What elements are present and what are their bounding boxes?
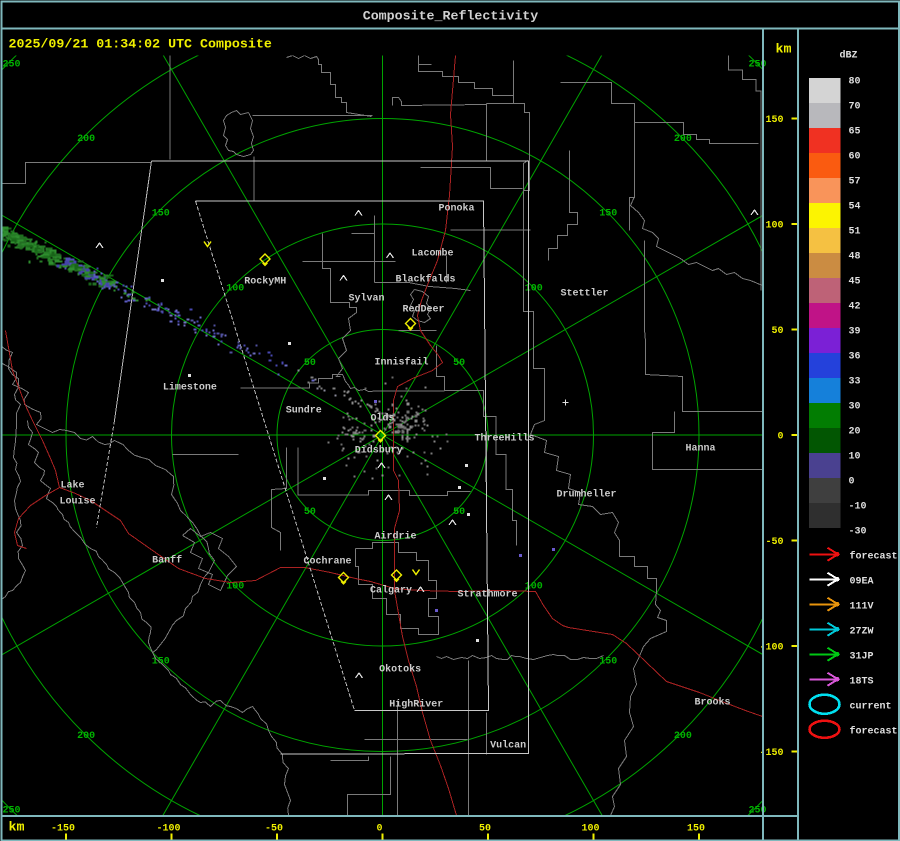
svg-text:Hanna: Hanna — [686, 444, 716, 455]
svg-text:50: 50 — [304, 358, 316, 369]
svg-text:50: 50 — [771, 326, 783, 337]
svg-text:Airdrie: Airdrie — [375, 531, 417, 543]
svg-text:forecast: forecast — [850, 725, 898, 737]
svg-text:RedDeer: RedDeer — [403, 304, 445, 316]
svg-text:70: 70 — [849, 102, 861, 113]
svg-text:Okotoks: Okotoks — [379, 664, 421, 676]
svg-text:200: 200 — [77, 731, 95, 742]
svg-text:48: 48 — [849, 252, 861, 263]
svg-text:-50: -50 — [265, 824, 283, 835]
svg-text:Innisfail: Innisfail — [375, 357, 429, 369]
svg-text:ThreeHills: ThreeHills — [475, 433, 535, 445]
svg-text:50: 50 — [453, 507, 465, 518]
svg-text:RockyMH: RockyMH — [244, 276, 286, 288]
svg-text:-50: -50 — [765, 537, 783, 548]
svg-text:-150: -150 — [51, 824, 75, 835]
svg-text:65: 65 — [849, 127, 861, 138]
svg-text:-30: -30 — [849, 527, 867, 538]
svg-text:150: 150 — [687, 824, 705, 835]
svg-text:30: 30 — [849, 402, 861, 413]
svg-text:0: 0 — [777, 432, 783, 443]
svg-text:Ponoka: Ponoka — [439, 203, 475, 215]
svg-text:100: 100 — [226, 283, 244, 294]
svg-text:-100: -100 — [156, 824, 180, 835]
svg-text:50: 50 — [453, 358, 465, 369]
svg-text:111V: 111V — [850, 601, 874, 612]
svg-text:200: 200 — [674, 134, 692, 145]
svg-text:km: km — [9, 820, 25, 835]
svg-text:150: 150 — [765, 115, 783, 126]
svg-text:0: 0 — [849, 477, 855, 488]
svg-text:31JP: 31JP — [850, 651, 874, 662]
svg-text:100: 100 — [226, 582, 244, 593]
svg-text:Cochrane: Cochrane — [304, 556, 352, 568]
svg-text:80: 80 — [849, 77, 861, 88]
svg-text:Blackfalds: Blackfalds — [396, 274, 456, 286]
svg-text:Composite_Reflectivity: Composite_Reflectivity — [363, 9, 539, 24]
svg-text:33: 33 — [849, 377, 861, 388]
svg-text:Drumheller: Drumheller — [557, 489, 617, 501]
svg-text:18TS: 18TS — [850, 676, 874, 687]
svg-text:Stettler: Stettler — [561, 288, 609, 300]
svg-text:57: 57 — [849, 177, 861, 188]
svg-text:Louise: Louise — [60, 496, 96, 508]
svg-text:45: 45 — [849, 277, 861, 288]
svg-text:current: current — [850, 701, 892, 712]
svg-text:250: 250 — [2, 806, 20, 817]
svg-text:51: 51 — [849, 227, 861, 238]
svg-text:Sundre: Sundre — [286, 405, 322, 417]
svg-text:Banff: Banff — [152, 555, 182, 567]
svg-text:09EA: 09EA — [850, 576, 874, 587]
svg-text:200: 200 — [674, 731, 692, 742]
svg-text:36: 36 — [849, 352, 861, 363]
svg-text:km: km — [776, 42, 792, 57]
svg-text:10: 10 — [849, 452, 861, 463]
svg-text:100: 100 — [525, 283, 543, 294]
svg-text:Lacombe: Lacombe — [412, 248, 454, 260]
svg-text:150: 150 — [152, 656, 170, 667]
svg-text:150: 150 — [152, 209, 170, 220]
svg-text:27ZW: 27ZW — [850, 626, 874, 637]
svg-text:150: 150 — [599, 209, 617, 220]
svg-text:Lake: Lake — [61, 480, 85, 492]
svg-text:forecast: forecast — [850, 550, 898, 562]
svg-text:250: 250 — [2, 60, 20, 71]
svg-text:200: 200 — [77, 134, 95, 145]
svg-text:Didsbury: Didsbury — [355, 445, 403, 457]
svg-text:Brooks: Brooks — [695, 697, 731, 709]
svg-text:50: 50 — [304, 507, 316, 518]
svg-text:0: 0 — [376, 824, 382, 835]
svg-text:60: 60 — [849, 152, 861, 163]
svg-text:Calgary: Calgary — [370, 585, 412, 597]
svg-text:100: 100 — [765, 221, 783, 232]
svg-text:20: 20 — [849, 427, 861, 438]
svg-text:54: 54 — [849, 202, 861, 213]
svg-text:Vulcan: Vulcan — [490, 740, 526, 752]
svg-text:150: 150 — [599, 656, 617, 667]
svg-text:HighRiver: HighRiver — [389, 699, 443, 711]
svg-text:42: 42 — [849, 302, 861, 313]
svg-text:Sylvan: Sylvan — [349, 293, 385, 305]
svg-text:100: 100 — [581, 824, 599, 835]
svg-text:-10: -10 — [849, 502, 867, 513]
svg-text:2025/09/21 01:34:02 UTC Compos: 2025/09/21 01:34:02 UTC Composite — [9, 37, 272, 52]
svg-text:39: 39 — [849, 327, 861, 338]
svg-text:Olds: Olds — [371, 413, 395, 425]
svg-text:Strathmore: Strathmore — [458, 589, 518, 601]
svg-text:dBZ: dBZ — [840, 50, 858, 62]
svg-text:50: 50 — [479, 824, 491, 835]
svg-text:Limestone: Limestone — [163, 382, 217, 394]
